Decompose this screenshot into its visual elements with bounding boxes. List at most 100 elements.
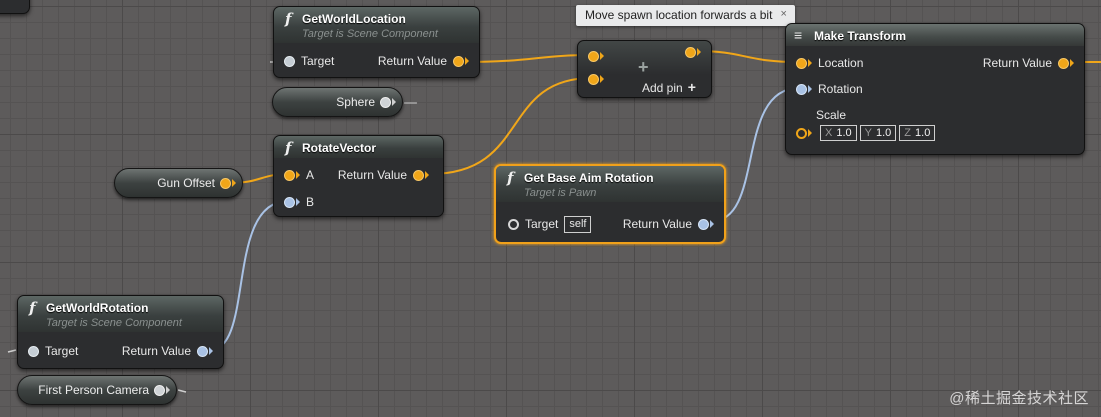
vector-pin-icon[interactable] [284, 169, 295, 181]
add-pin-button[interactable]: Add pin + [642, 79, 696, 95]
add-node[interactable]: + Add pin + [577, 40, 712, 98]
node-header: f Get Base Aim Rotation Target is Pawn [496, 166, 724, 202]
rotator-pin-icon[interactable] [197, 345, 208, 357]
axis-value: 1.0 [915, 127, 931, 139]
axis-label: Y [864, 127, 872, 139]
exec-arrow-icon [697, 48, 701, 56]
wire-stub-rotation-target [7, 349, 17, 353]
exec-arrow-icon [710, 220, 714, 228]
vector-pin-icon[interactable] [796, 127, 807, 139]
pin-add-a[interactable] [588, 47, 604, 65]
sphere-variable-node[interactable]: Sphere [272, 87, 403, 117]
pin-add-b[interactable] [588, 70, 604, 88]
get-base-aim-rotation-node[interactable]: f Get Base Aim Rotation Target is Pawn T… [494, 164, 726, 244]
node-title: RotateVector [302, 141, 377, 155]
vector-pin-icon[interactable] [685, 46, 696, 58]
pin-target[interactable]: Target self [508, 215, 592, 233]
add-pin-label: Add pin [642, 81, 683, 95]
transform-pin-icon[interactable] [1058, 57, 1069, 69]
exec-arrow-icon [209, 347, 213, 355]
node-title: Make Transform [814, 29, 907, 43]
add-operator-icon: + [638, 57, 649, 77]
exec-arrow-icon [1070, 59, 1074, 67]
target-default-value[interactable]: self [564, 215, 592, 233]
wire-rotate-to-add [429, 77, 593, 175]
pin-return-value[interactable]: Return Value [623, 215, 714, 233]
pin-label: Return Value [982, 56, 1052, 70]
scale-fields: X 1.0 Y 1.0 Z 1.0 [820, 125, 938, 141]
get-world-location-node[interactable]: f GetWorldLocation Target is Scene Compo… [273, 6, 480, 78]
pin-a[interactable]: A [284, 166, 314, 184]
variable-label: Sphere [336, 95, 375, 109]
exec-arrow-icon [808, 85, 812, 93]
pin-return-value[interactable]: Return Value [983, 54, 1074, 72]
variable-label: Gun Offset [157, 176, 215, 190]
plus-icon: + [687, 79, 696, 95]
vector-pin-icon[interactable] [453, 55, 464, 67]
object-pin-icon[interactable] [28, 345, 39, 357]
close-icon[interactable]: × [780, 8, 786, 20]
vector-pin-icon[interactable] [413, 169, 424, 181]
axis-value: 1.0 [836, 127, 852, 139]
pin-location[interactable]: Location [796, 54, 863, 72]
pin-label: Target [45, 344, 79, 358]
function-icon: f [507, 169, 514, 187]
vector-pin-icon[interactable] [796, 57, 807, 69]
pin-add-out[interactable] [685, 43, 701, 61]
get-world-rotation-node[interactable]: f GetWorldRotation Target is Scene Compo… [17, 295, 224, 369]
scale-y-field[interactable]: Y 1.0 [859, 125, 897, 141]
pin-label: Rotation [818, 82, 863, 96]
node-header: f GetWorldRotation Target is Scene Compo… [18, 296, 223, 332]
exec-arrow-icon [808, 59, 812, 67]
wire-location-to-add [465, 54, 593, 63]
pin-label: Target [525, 217, 559, 231]
object-pin-icon[interactable] [284, 55, 295, 67]
pin-label: Return Value [377, 54, 447, 68]
vector-pin-icon[interactable] [220, 177, 231, 189]
pin-return-value[interactable]: Return Value [338, 166, 429, 184]
comment-text: Move spawn location forwards a bit [585, 8, 773, 22]
node-header: f RotateVector [274, 136, 443, 158]
exec-arrow-icon [296, 171, 300, 179]
pin-target[interactable]: Target [28, 342, 78, 360]
pin-label: A [306, 168, 315, 182]
scale-z-field[interactable]: Z 1.0 [899, 125, 936, 141]
vector-pin-icon[interactable] [588, 73, 599, 85]
rotate-vector-node[interactable]: f RotateVector A Return Value B [273, 135, 444, 217]
scale-x-field[interactable]: X 1.0 [820, 125, 857, 141]
make-transform-node[interactable]: ≡ Make Transform Location Return Value R… [785, 23, 1085, 155]
pin-label: Location [818, 56, 864, 70]
object-pin-icon[interactable] [154, 384, 165, 396]
offscreen-node[interactable] [0, 0, 30, 14]
pin-label: Return Value [121, 344, 191, 358]
function-icon: f [285, 139, 292, 157]
pin-rotation[interactable]: Rotation [796, 80, 863, 98]
pin-target[interactable]: Target [284, 52, 334, 70]
gun-offset-variable-node[interactable]: Gun Offset [114, 168, 243, 198]
vector-pin-icon[interactable] [588, 50, 599, 62]
rotator-pin-icon[interactable] [698, 218, 709, 230]
comment-bubble[interactable]: Move spawn location forwards a bit × [576, 5, 795, 26]
function-icon: f [285, 10, 292, 28]
pin-b[interactable]: B [284, 193, 314, 211]
pin-return-value[interactable]: Return Value [378, 52, 469, 70]
exec-arrow-icon [232, 179, 236, 187]
watermark: @稀土掘金技术社区 [949, 390, 1089, 407]
object-pin-icon[interactable] [380, 96, 391, 108]
rotator-pin-icon[interactable] [284, 196, 295, 208]
axis-value: 1.0 [875, 127, 892, 139]
pin-label: Return Value [622, 217, 692, 231]
pin-return-value[interactable]: Return Value [122, 342, 213, 360]
exec-arrow-icon [392, 98, 396, 106]
node-subtitle: Target is Scene Component [46, 317, 182, 329]
node-subtitle: Target is Scene Component [302, 28, 438, 40]
node-header: ≡ Make Transform [786, 24, 1084, 46]
object-pin-icon[interactable] [508, 218, 519, 230]
first-person-camera-variable-node[interactable]: First Person Camera [17, 375, 177, 405]
rotator-pin-icon[interactable] [796, 83, 807, 95]
pin-scale[interactable]: X 1.0 Y 1.0 Z 1.0 [796, 124, 938, 142]
exec-arrow-icon [425, 171, 429, 179]
exec-arrow-icon [166, 386, 170, 394]
wire-stub-camera [177, 389, 187, 393]
exec-arrow-icon [600, 75, 604, 83]
